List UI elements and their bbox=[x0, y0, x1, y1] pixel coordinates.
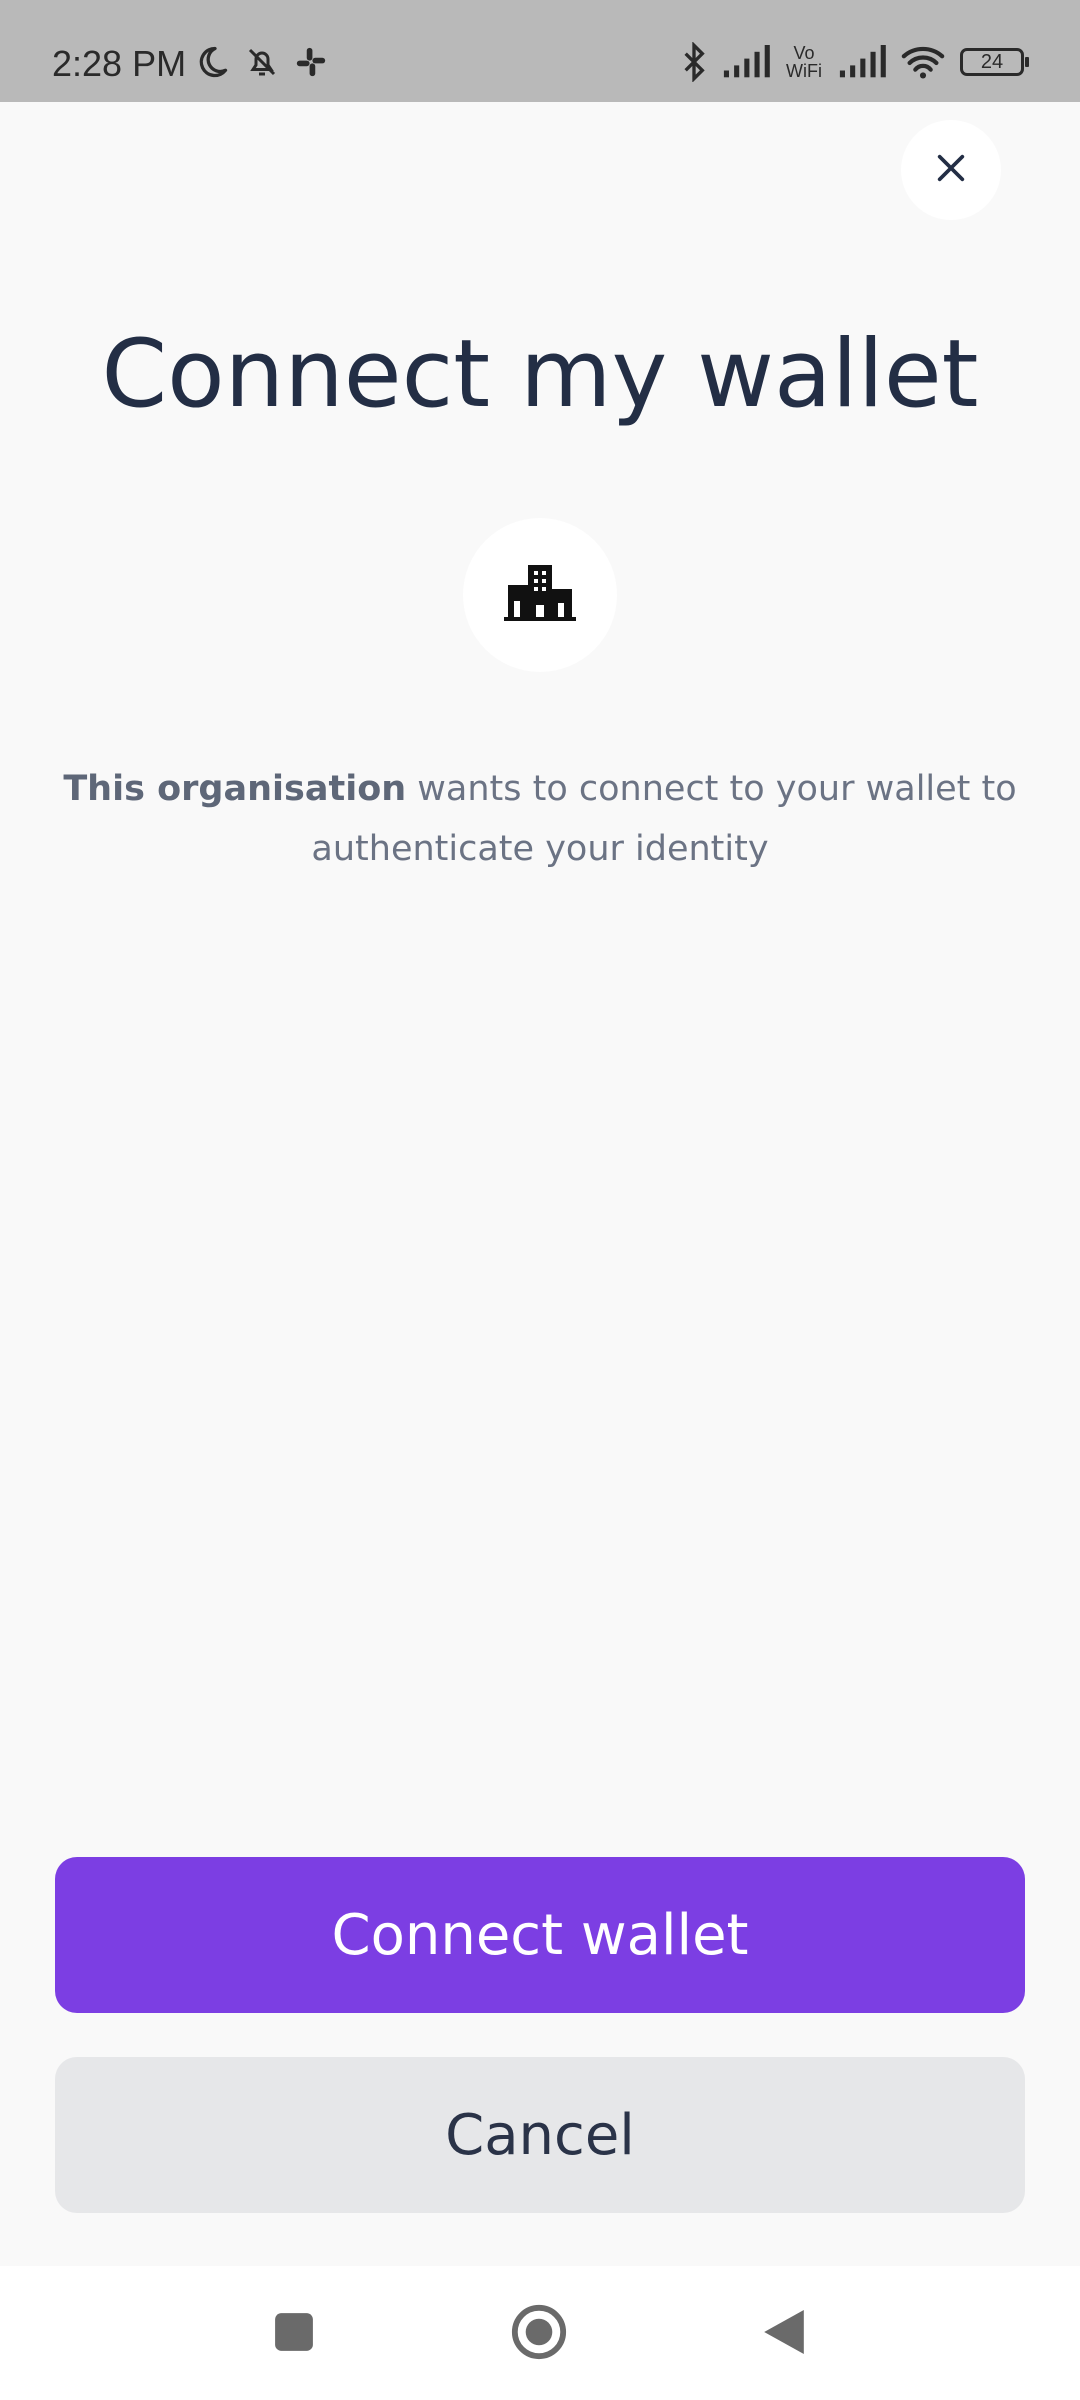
vowifi-icon: Vo WiFi bbox=[784, 44, 824, 80]
close-button[interactable] bbox=[901, 120, 1001, 220]
bell-off-icon bbox=[244, 44, 280, 80]
status-left-icons bbox=[194, 44, 328, 80]
recents-icon bbox=[273, 2311, 315, 2357]
home-button[interactable] bbox=[509, 2304, 569, 2364]
organisation-name: This organisation bbox=[63, 769, 407, 809]
back-icon bbox=[762, 2307, 806, 2361]
home-icon bbox=[510, 2303, 568, 2365]
navigation-bar bbox=[0, 2266, 1080, 2400]
cancel-button[interactable]: Cancel bbox=[55, 2057, 1025, 2213]
slack-icon bbox=[294, 45, 328, 79]
vowifi-bottom-label: WiFi bbox=[786, 61, 822, 81]
vowifi-top-label: Vo bbox=[793, 43, 815, 63]
status-bar: 2:28 PM Vo WiFi 24 bbox=[0, 0, 1080, 102]
status-time: 2:28 PM bbox=[52, 43, 187, 84]
connect-wallet-button[interactable]: Connect wallet bbox=[55, 1857, 1025, 2013]
connect-wallet-dialog: Connect my wallet This organisation want… bbox=[0, 102, 1080, 2266]
battery-icon: 24 bbox=[960, 48, 1029, 76]
description-text: wants to connect to your wallet to authe… bbox=[311, 769, 1017, 869]
recents-button[interactable] bbox=[264, 2304, 324, 2364]
building-icon bbox=[504, 561, 576, 629]
moon-icon bbox=[194, 44, 230, 80]
status-right-icons: Vo WiFi 24 bbox=[680, 42, 1029, 82]
back-button[interactable] bbox=[754, 2304, 814, 2364]
page-title: Connect my wallet bbox=[101, 320, 979, 429]
signal-icon-2 bbox=[838, 45, 886, 79]
connect-description: This organisation wants to connect to yo… bbox=[60, 759, 1020, 879]
close-icon bbox=[934, 151, 968, 189]
wifi-icon bbox=[900, 44, 946, 80]
bluetooth-icon bbox=[680, 42, 708, 82]
signal-icon bbox=[722, 45, 770, 79]
organisation-avatar bbox=[463, 518, 617, 672]
